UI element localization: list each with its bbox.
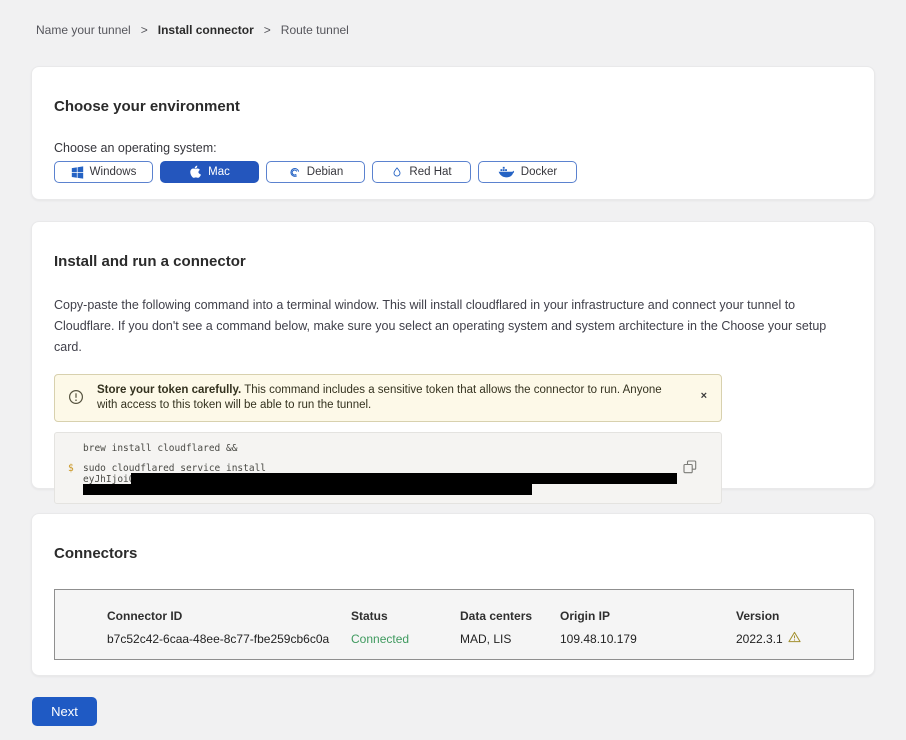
choose-environment-card: Choose your environment Choose an operat… (31, 66, 875, 200)
warning-bold-text: Store your token carefully. (97, 384, 241, 396)
apple-icon (189, 165, 202, 179)
token-warning-banner: Store your token carefully. This command… (54, 374, 722, 422)
os-button-label: Docker (521, 166, 557, 178)
debian-icon (288, 166, 301, 179)
breadcrumb-separator: > (141, 23, 148, 37)
os-button-label: Mac (208, 166, 230, 178)
os-select-label: Choose an operating system: (54, 141, 852, 155)
code-line-brew: brew install cloudflared && (83, 443, 237, 454)
copy-icon[interactable] (683, 460, 697, 477)
os-button-redhat[interactable]: Red Hat (372, 161, 471, 183)
col-header-version: Version (736, 609, 853, 623)
cell-origin-ip: 109.48.10.179 (560, 632, 736, 646)
connectors-card-title: Connectors (54, 545, 852, 562)
connectors-table: Connector ID Status Data centers Origin … (54, 589, 854, 660)
breadcrumb-separator: > (264, 23, 271, 37)
os-button-docker[interactable]: Docker (478, 161, 577, 183)
cell-connector-id: b7c52c42-6caa-48ee-8c77-fbe259cb6c0a (107, 632, 351, 646)
version-value: 2022.3.1 (736, 632, 783, 646)
os-button-windows[interactable]: Windows (54, 161, 153, 183)
environment-card-title: Choose your environment (54, 98, 852, 115)
alert-circle-icon (68, 389, 84, 410)
col-header-status: Status (351, 609, 460, 623)
os-button-label: Red Hat (409, 166, 451, 178)
install-description: Copy-paste the following command into a … (54, 295, 844, 358)
next-button[interactable]: Next (32, 697, 97, 726)
shell-prompt: $ (68, 463, 74, 474)
redhat-icon (391, 166, 403, 179)
cell-version: 2022.3.1 (736, 631, 853, 646)
connectors-card: Connectors Connector ID Status Data cent… (31, 513, 875, 676)
redaction-bar (83, 484, 532, 495)
os-button-debian[interactable]: Debian (266, 161, 365, 183)
breadcrumb: Name your tunnel > Install connector > R… (0, 0, 906, 37)
redaction-bar (131, 473, 677, 484)
cell-data-centers: MAD, LIS (460, 632, 560, 646)
warning-triangle-icon (788, 631, 801, 646)
windows-icon (71, 166, 84, 179)
os-button-label: Windows (90, 166, 137, 178)
breadcrumb-name-your-tunnel[interactable]: Name your tunnel (36, 23, 131, 37)
col-header-origin-ip: Origin IP (560, 609, 736, 623)
close-icon[interactable]: × (701, 391, 707, 402)
install-command-code-block: brew install cloudflared && $ sudo cloud… (54, 432, 722, 504)
install-card-title: Install and run a connector (54, 253, 844, 270)
col-header-data-centers: Data centers (460, 609, 560, 623)
col-header-connector-id: Connector ID (107, 609, 351, 623)
os-button-mac[interactable]: Mac (160, 161, 259, 183)
breadcrumb-install-connector[interactable]: Install connector (158, 23, 254, 37)
docker-icon (498, 166, 515, 179)
install-connector-card: Install and run a connector Copy-paste t… (31, 221, 875, 489)
os-button-label: Debian (307, 166, 343, 178)
os-button-row: Windows Mac Debian Red Hat Docker (54, 161, 852, 183)
breadcrumb-route-tunnel[interactable]: Route tunnel (281, 23, 349, 37)
status-badge: Connected (351, 632, 460, 646)
